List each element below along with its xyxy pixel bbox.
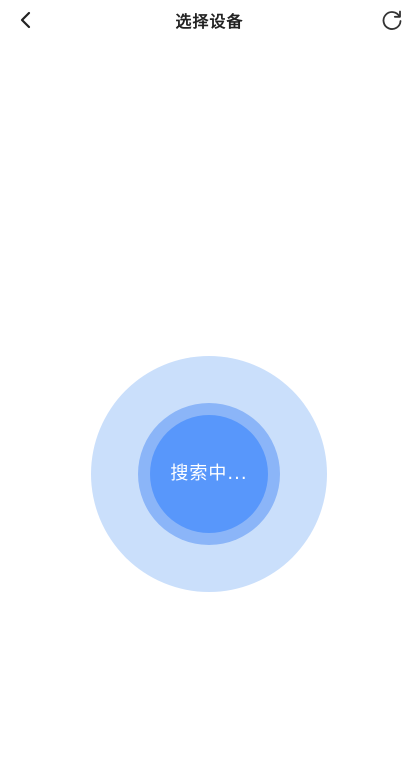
top-nav-bar: 选择设备 (0, 0, 419, 44)
refresh-button[interactable] (377, 5, 407, 35)
search-radar: 搜索中... (91, 356, 327, 592)
page-title: 选择设备 (175, 12, 244, 31)
refresh-icon (382, 10, 402, 30)
searching-status-text: 搜索中... (170, 463, 248, 484)
